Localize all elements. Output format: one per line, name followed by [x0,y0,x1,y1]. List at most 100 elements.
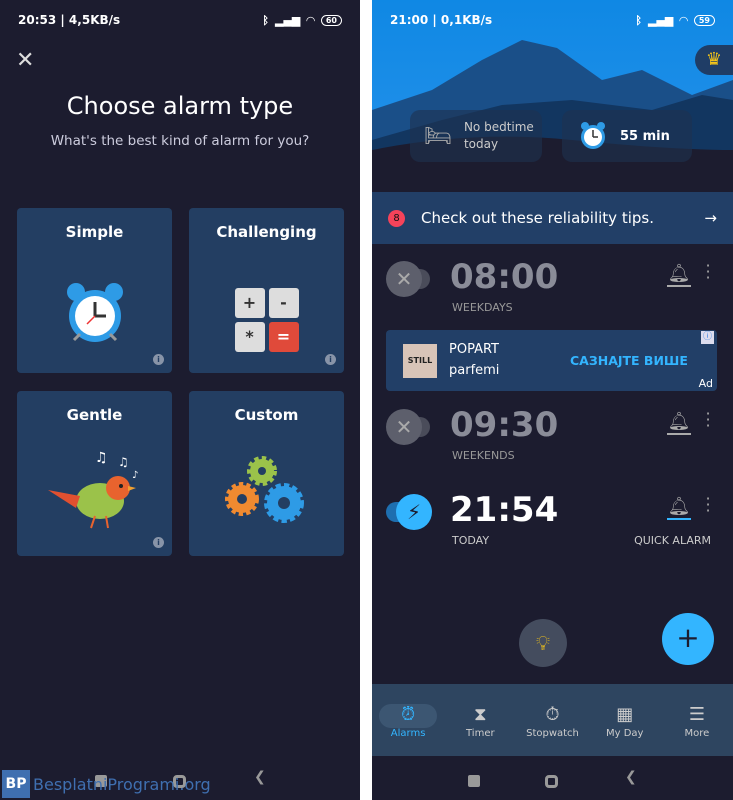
ad-info-icon[interactable]: ⓘ [701,331,714,344]
tab-stopwatch[interactable]: ⏱︎ Stopwatch [516,684,588,756]
bedtime-text: No bedtime today [464,119,534,153]
page-title: Choose alarm type [66,92,294,120]
alarm-toggle[interactable]: ✕ [386,409,432,445]
close-icon: ✕ [386,409,422,445]
bird-icon: ♫ ♫ ♪ [17,446,172,540]
alarm-label: QUICK ALARM [634,534,711,547]
ad-cta-button[interactable]: САЗНАЈТЕ ВИШЕ [570,353,688,368]
tab-timer[interactable]: ⧗ Timer [444,684,516,756]
ad-title: POPART [449,342,500,357]
bell-icon[interactable]: 🔔︎ [667,411,691,435]
calendar-icon: ▦ [616,704,634,725]
reliability-tips-banner[interactable]: 8 Check out these reliability tips. → [372,192,733,244]
more-options-icon[interactable]: · · · [705,491,711,519]
tab-label: My Day [605,728,644,739]
more-options-icon[interactable]: · · · [705,258,711,286]
alarm-clock-icon [581,122,605,149]
alarm-toggle[interactable]: ⚡︎ [386,494,432,530]
ad-tag: Ad [698,377,713,390]
bell-icon[interactable]: 🔔︎ [667,496,691,520]
bedtime-line1: No bedtime [463,120,534,134]
alarm-time: 21:54 [450,490,559,530]
lightning-icon: ⚡︎ [396,494,432,530]
back-button[interactable]: ❮ [254,769,266,785]
card-challenging[interactable]: Challenging + - * = i [189,208,344,373]
alarm-toggle[interactable]: ✕ [386,261,432,297]
close-icon: ✕ [386,261,422,297]
watermark: BP BesplatniProgrami.org [2,770,211,798]
alarm-time: 09:30 [450,405,559,445]
lightbulb-button[interactable]: 💡︎ [519,619,567,667]
info-icon[interactable]: i [325,354,336,365]
close-icon[interactable]: ✕ [16,48,34,73]
key-equals: = [268,322,299,352]
bell-icon[interactable]: 🔔︎ [667,263,691,287]
ad-subtitle: parfemi [449,363,500,378]
tab-label: More [684,728,710,739]
key-multiply: * [234,322,265,352]
status-text: 20:53 | 4,5KB/s [18,13,121,27]
home-button[interactable] [545,775,558,788]
calculator-icon: + - * = [189,288,344,352]
status-bar: 21:00 | 0,1KB/s ᛒ ▂▄▆ ◠ 59 [372,0,733,40]
card-gentle[interactable]: Gentle ♫ ♫ ♪ i [17,391,172,556]
alarm-row[interactable]: ⚡︎ 21:54 TODAY 🔔︎ · · · QUICK ALARM [372,490,733,570]
status-icons: ᛒ ▂▄▆ ◠ 59 [635,14,715,27]
card-label: Challenging [216,223,317,241]
arrow-right-icon: → [704,209,717,227]
watermark-logo: BP [2,770,30,798]
recents-button[interactable] [468,775,480,787]
tab-my-day[interactable]: ▦ My Day [589,684,661,756]
next-alarm-text: 55 min [620,128,670,144]
premium-crown-icon[interactable]: ♛ [695,45,733,75]
ad-logo: STILL [403,344,437,378]
alarms-screen: 21:00 | 0,1KB/s ᛒ ▂▄▆ ◠ 59 ♛ 🛏 No bedtime to… [372,0,733,800]
status-icons: ᛒ ▂▄▆ ◠ 60 [262,14,342,27]
choose-alarm-screen: 20:53 | 4,5KB/s ᛒ ▂▄▆ ◠ 60 ✕ Choose alarm t… [0,0,360,800]
tips-count-badge: 8 [388,209,405,227]
tab-label: Timer [466,728,495,739]
card-label: Gentle [66,406,123,424]
card-custom[interactable]: Custom [189,391,344,556]
bedtime-card[interactable]: 🛏 No bedtime today [410,110,542,162]
alarm-row[interactable]: ✕ 08:00 WEEKDAYS 🔔︎ · · · [372,257,733,337]
alarm-days: WEEKDAYS [452,301,513,314]
wifi-icon: ◠ [679,13,688,27]
watermark-text: BesplatniProgrami.org [33,774,211,794]
status-bar: 20:53 | 4,5KB/s ᛒ ▂▄▆ ◠ 60 [0,0,360,40]
ad-banner[interactable]: STILL POPART parfemi САЗНАЈТЕ ВИШЕ ⓘ Ad [386,330,717,391]
alarm-row[interactable]: ✕ 09:30 WEEKENDS 🔔︎ · · · [372,405,733,485]
key-minus: - [268,288,299,318]
battery-icon: 60 [320,14,342,26]
svg-text:♫: ♫ [118,455,129,469]
add-alarm-button[interactable]: + [662,613,714,665]
svg-text:♫: ♫ [95,450,108,466]
system-nav-bar: ❮ [372,755,733,800]
mountain-header: 21:00 | 0,1KB/s ᛒ ▂▄▆ ◠ 59 ♛ 🛏 No bedtime to… [372,0,733,190]
back-button[interactable]: ❮ [625,769,637,785]
page-subtitle: What's the best kind of alarm for you? [50,133,310,149]
tab-label: Stopwatch [526,728,579,739]
status-text: 21:00 | 0,1KB/s [390,13,493,27]
signal-icon: ▂▄▆ [648,13,674,27]
alarm-clock-icon [17,278,172,352]
card-simple[interactable]: Simple i [17,208,172,373]
battery-icon: 59 [693,14,715,26]
svg-text:♪: ♪ [132,470,138,481]
tab-alarms[interactable]: ⏰︎ Alarms [372,684,444,756]
alarm-days: TODAY [452,534,490,547]
wifi-icon: ◠ [306,13,315,27]
next-alarm-card[interactable]: 55 min [562,110,692,162]
tab-more[interactable]: ☰ More [661,684,733,756]
alarm-icon: ⏰︎ [379,704,438,728]
tab-label: Alarms [390,728,426,739]
bed-icon: 🛏 [424,123,452,149]
stopwatch-icon: ⏱︎ [545,704,560,725]
signal-icon: ▂▄▆ [275,13,301,27]
bluetooth-icon: ᛒ [262,13,269,27]
bluetooth-icon: ᛒ [635,13,642,27]
info-icon[interactable]: i [153,354,164,365]
alarm-days: WEEKENDS [452,449,515,462]
info-icon[interactable]: i [153,537,164,548]
more-options-icon[interactable]: · · · [705,406,711,434]
